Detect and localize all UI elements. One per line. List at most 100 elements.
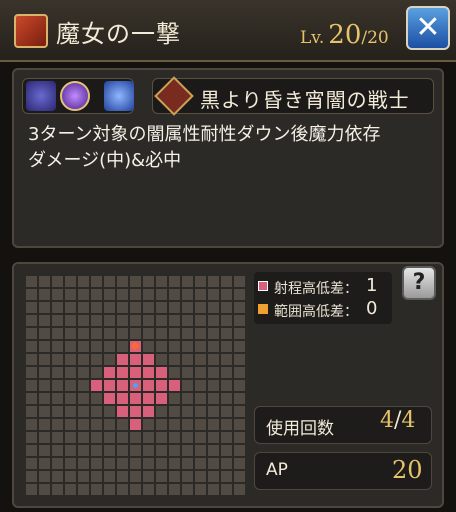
grid-cell: [169, 341, 180, 352]
grid-cell: [208, 458, 219, 469]
dark-mage-icon: [26, 81, 56, 111]
grid-cell: [104, 367, 115, 378]
grid-cell: [65, 406, 76, 417]
grid-cell: [221, 289, 232, 300]
grid-cell: [169, 328, 180, 339]
uses-max: 4: [401, 408, 416, 433]
grid-cell: [143, 419, 154, 430]
grid-cell: [195, 341, 206, 352]
grid-cell: [234, 328, 245, 339]
grid-cell: [208, 445, 219, 456]
grid-cell: [52, 354, 63, 365]
grid-cell: [208, 380, 219, 391]
grid-cell: [78, 341, 89, 352]
grid-cell: [65, 289, 76, 300]
grid-cell: [182, 380, 193, 391]
grid-cell: [26, 406, 37, 417]
grid-cell: [26, 419, 37, 430]
grid-cell: [195, 354, 206, 365]
grid-cell: [143, 328, 154, 339]
grid-cell: [221, 471, 232, 482]
level-display: Lv. 20/20: [300, 20, 389, 50]
grid-cell: [104, 289, 115, 300]
grid-cell: [208, 315, 219, 326]
grid-cell: [65, 354, 76, 365]
grid-cell: [195, 302, 206, 313]
grid-cell: [130, 458, 141, 469]
grid-cell: [104, 406, 115, 417]
grid-cell: [143, 354, 154, 365]
grid-cell: [65, 315, 76, 326]
help-button[interactable]: ?: [402, 266, 436, 300]
ap-value: 20: [392, 456, 423, 484]
grid-cell: [26, 484, 37, 495]
grid-cell: [156, 354, 167, 365]
grid-cell: [234, 484, 245, 495]
grid-cell: [234, 432, 245, 443]
grid-cell: [156, 367, 167, 378]
grid-cell: [78, 393, 89, 404]
grid-cell: [195, 276, 206, 287]
grid-cell: [208, 367, 219, 378]
grid-cell: [130, 406, 141, 417]
grid-cell: [39, 393, 50, 404]
grid-cell: [182, 302, 193, 313]
grid-cell: [156, 445, 167, 456]
grid-cell: [26, 341, 37, 352]
grid-cell: [182, 458, 193, 469]
grid-cell: [91, 484, 102, 495]
grid-cell: [143, 458, 154, 469]
grid-cell: [169, 406, 180, 417]
grid-cell: [104, 484, 115, 495]
grid-cell: [195, 484, 206, 495]
grid-cell: [182, 367, 193, 378]
grid-cell: [39, 302, 50, 313]
grid-cell: [130, 315, 141, 326]
grid-cell: [130, 276, 141, 287]
grid-cell: [195, 367, 206, 378]
grid-cell: [117, 406, 128, 417]
grid-cell: [65, 445, 76, 456]
grid-cell: [156, 341, 167, 352]
grid-cell: [104, 354, 115, 365]
description-line-1: 3ターン対象の闇属性耐性ダウン後魔力依存: [28, 124, 381, 145]
grid-cell: [182, 341, 193, 352]
grid-cell: [65, 302, 76, 313]
grid-cell: [208, 484, 219, 495]
grid-cell: [39, 328, 50, 339]
grid-cell: [26, 367, 37, 378]
grid-cell: [65, 276, 76, 287]
grid-cell: [26, 302, 37, 313]
grid-cell: [52, 484, 63, 495]
grid-cell: [91, 458, 102, 469]
grid-cell: [130, 393, 141, 404]
grid-cell: [143, 406, 154, 417]
grid-cell: [156, 432, 167, 443]
grid-cell: [130, 445, 141, 456]
grid-cell: [104, 419, 115, 430]
grid-cell: [91, 367, 102, 378]
grid-cell: [78, 432, 89, 443]
grid-cell: [104, 471, 115, 482]
grid-cell: [221, 328, 232, 339]
grid-cell: [78, 367, 89, 378]
range-grid: [26, 276, 245, 495]
grid-cell: [130, 380, 141, 391]
grid-cell: [26, 445, 37, 456]
grid-cell: [52, 289, 63, 300]
grid-cell: [117, 432, 128, 443]
grid-cell: [156, 393, 167, 404]
grid-cell: [78, 445, 89, 456]
grid-cell: [39, 276, 50, 287]
grid-cell: [143, 471, 154, 482]
grid-cell: [52, 406, 63, 417]
grid-cell: [117, 276, 128, 287]
grid-cell: [78, 471, 89, 482]
close-button[interactable]: ✕: [406, 6, 450, 50]
grid-cell: [78, 315, 89, 326]
grid-cell: [39, 367, 50, 378]
grid-cell: [221, 276, 232, 287]
grid-cell: [78, 302, 89, 313]
grid-cell: [117, 289, 128, 300]
grid-cell: [65, 328, 76, 339]
